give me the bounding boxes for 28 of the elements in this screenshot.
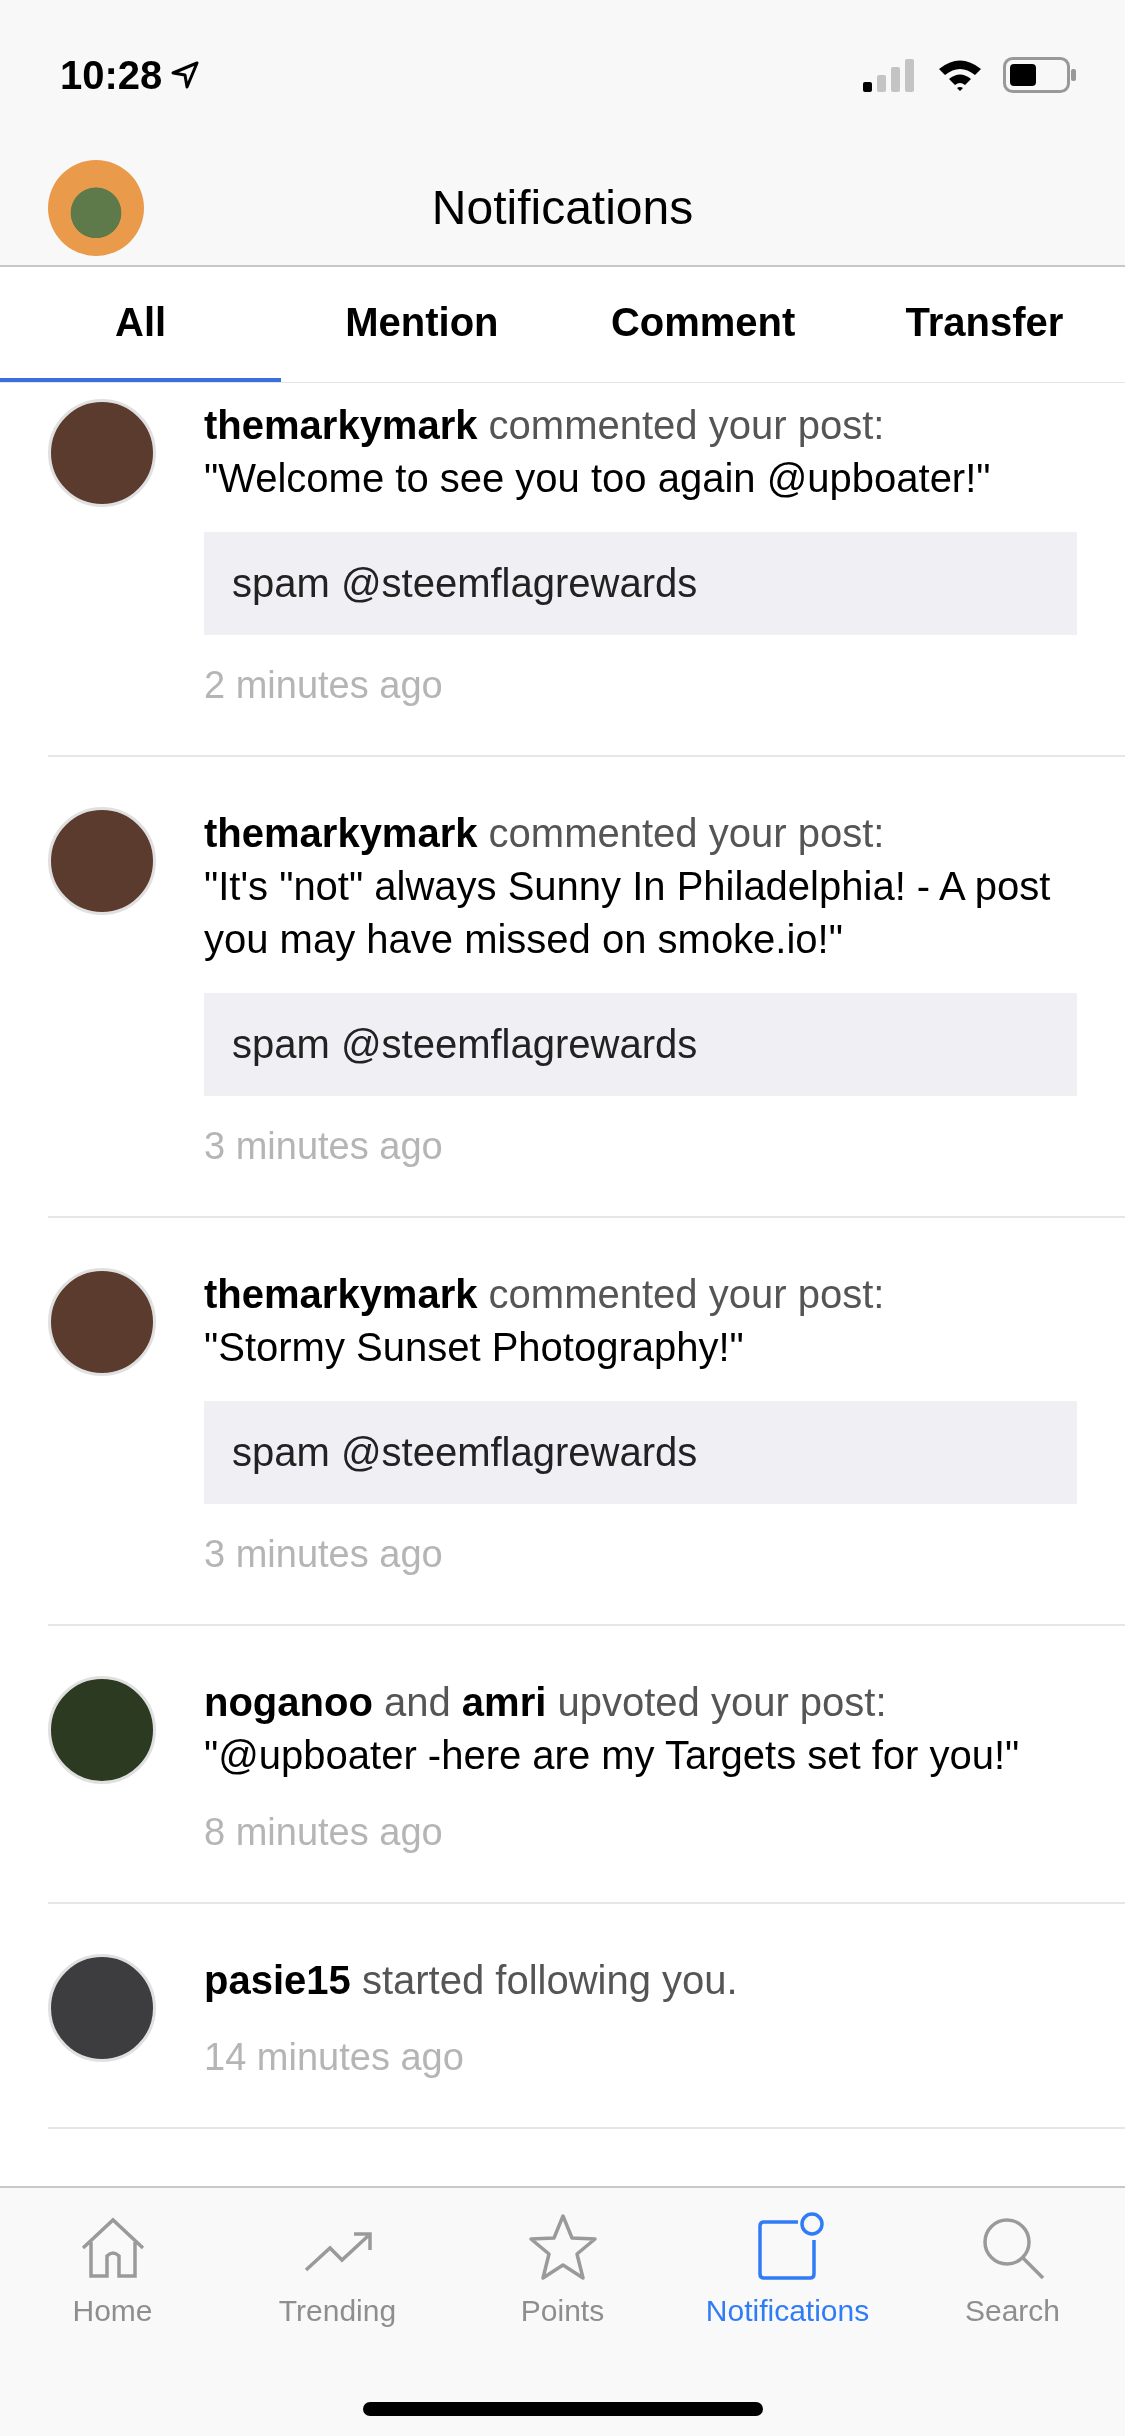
- signal-icon: [863, 58, 917, 92]
- battery-icon: [1003, 57, 1077, 93]
- notification-header: noganoo and amri upvoted your post:: [204, 1679, 888, 1726]
- notification-header: themarkymark commented your post:: [204, 402, 886, 449]
- timestamp: 3 minutes ago: [204, 1532, 444, 1577]
- tab-bar-item[interactable]: Trending: [225, 2188, 450, 2338]
- notification-header: themarkymark commented your post:: [204, 1271, 886, 1318]
- location-arrow-icon: [170, 60, 201, 90]
- post-title: "Stormy Sunset Photography!": [204, 1324, 745, 1371]
- wifi-icon: [937, 58, 983, 92]
- notification-header: pasie15 started following you.: [204, 1957, 739, 2004]
- comment-text: spam @steemflagrewards: [204, 532, 1077, 635]
- page-title: Notifications: [431, 180, 694, 235]
- tab-bar-item[interactable]: Home: [0, 2188, 225, 2338]
- timestamp: 2 minutes ago: [204, 663, 444, 708]
- post-title: "It's "not" always Sunny In Philadelphia! - A post you may have missed on smoke.io!": [204, 863, 1052, 963]
- post-title: "Welcome to see you too again @upboater!": [204, 455, 992, 502]
- timestamp: 14 minutes ago: [204, 2035, 465, 2080]
- timestamp: 8 minutes ago: [204, 1810, 444, 1855]
- comment-text: spam @steemflagrewards: [204, 993, 1077, 1096]
- tab-bar-item[interactable]: Notifications: [675, 2188, 900, 2338]
- status-time: 10:28: [60, 52, 201, 98]
- tab-bar-item[interactable]: Points: [450, 2188, 675, 2338]
- timestamp: 3 minutes ago: [204, 1124, 444, 1169]
- post-title: "@upboater -here are my Targets set for you!": [204, 1732, 1021, 1779]
- comment-text: spam @steemflagrewards: [204, 1401, 1077, 1504]
- notification-header: themarkymark commented your post:: [204, 810, 886, 857]
- tab-bar-item[interactable]: Search: [900, 2188, 1125, 2338]
